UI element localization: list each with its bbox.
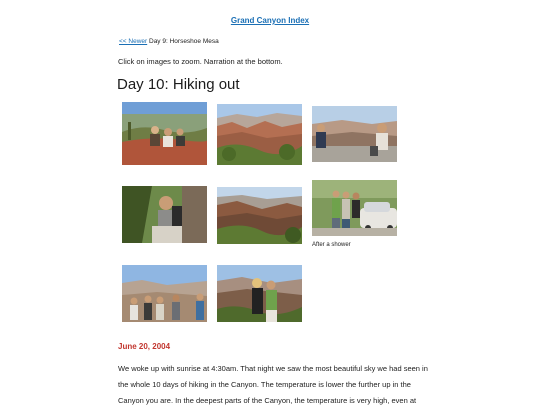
photo-thumbnail-2[interactable] [217, 104, 302, 165]
previous-day-title: Day 9: Horseshoe Mesa [149, 38, 219, 45]
entry-date: June 20, 2004 [118, 342, 171, 351]
index-link[interactable]: Grand Canyon Index [0, 16, 540, 25]
photo-thumbnail-3[interactable] [312, 106, 397, 162]
page: Grand Canyon Index << Newer Day 9: Horse… [0, 0, 540, 405]
photo-thumbnail-4[interactable] [122, 186, 207, 243]
photo-thumbnail-8[interactable] [217, 265, 302, 322]
intro-text: Click on images to zoom. Narration at th… [118, 57, 283, 66]
page-title: Day 10: Hiking out [117, 76, 240, 93]
newer-link[interactable]: << Newer [119, 38, 147, 45]
photo-thumbnail-5[interactable] [217, 187, 302, 244]
photo-thumbnail-6[interactable] [312, 180, 397, 236]
photo-caption: After a shower [312, 242, 351, 248]
photo-thumbnail-1[interactable] [122, 102, 207, 165]
photo-thumbnail-7[interactable] [122, 265, 207, 322]
narration-text: We woke up with sunrise at 4:30am. That … [118, 364, 428, 405]
breadcrumb: << Newer Day 9: Horseshoe Mesa [119, 38, 219, 45]
